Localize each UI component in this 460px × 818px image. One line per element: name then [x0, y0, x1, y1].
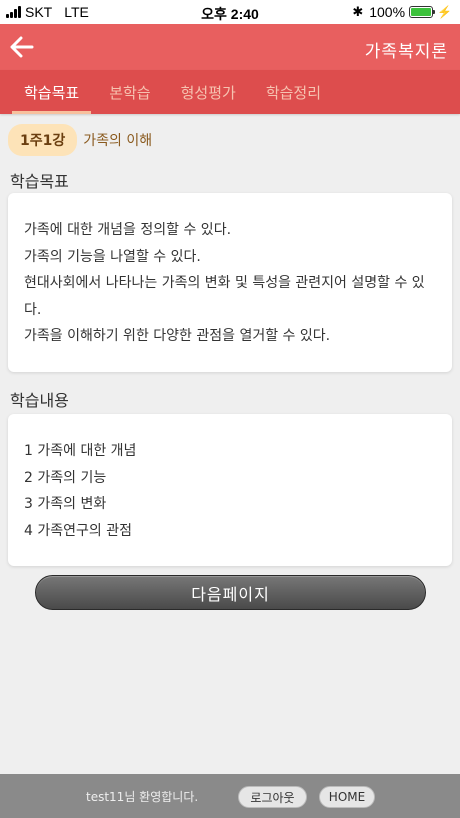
- battery-icon: [409, 6, 436, 18]
- next-page-button[interactable]: 다음페이지: [35, 575, 426, 610]
- status-bar: SKT LTE 오후 2:40 ✱ 100% ⚡: [0, 0, 460, 24]
- bluetooth-icon: ✱: [352, 4, 364, 19]
- tab-main-lesson[interactable]: 본학습: [97, 70, 162, 114]
- lesson-title: 가족의 이해: [83, 133, 153, 149]
- logout-button[interactable]: 로그아웃: [238, 786, 307, 808]
- battery-fill: [411, 8, 432, 16]
- charging-icon: ⚡: [437, 5, 452, 19]
- goals-heading: 학습목표: [10, 172, 69, 191]
- welcome-text: test11님 환영합니다.: [86, 790, 199, 804]
- tab-learning-goals[interactable]: 학습목표: [12, 70, 92, 114]
- goal-item: 가족에 대한 개념을 정의할 수 있다.: [24, 222, 232, 238]
- tab-summary[interactable]: 학습정리: [254, 70, 333, 114]
- arrow-left-icon: [10, 36, 34, 58]
- lesson-header: 1주1강 가족의 이해: [8, 124, 152, 156]
- content-item: 2 가족의 기능: [24, 469, 107, 486]
- goal-item: 현대사회에서 나타나는 가족의 변화 및 특성을 관련지어 설명할 수 있다.: [24, 275, 425, 318]
- goal-item: 가족을 이해하기 위한 다양한 관점을 열거할 수 있다.: [24, 328, 331, 344]
- status-right: ✱ 100% ⚡: [352, 4, 452, 20]
- goals-card: 가족에 대한 개념을 정의할 수 있다. 가족의 기능을 나열할 수 있다. 현…: [8, 193, 452, 372]
- content-item: 4 가족연구의 관점: [24, 522, 132, 539]
- footer: test11님 환영합니다. 로그아웃 HOME: [0, 774, 460, 818]
- contents-card: 1 가족에 대한 개념 2 가족의 기능 3 가족의 변화 4 가족연구의 관점: [8, 414, 452, 566]
- content-item: 1 가족에 대한 개념: [24, 443, 137, 459]
- battery-percent: 100%: [369, 4, 406, 20]
- home-button[interactable]: HOME: [319, 786, 375, 808]
- back-button[interactable]: [8, 33, 36, 61]
- app-header: 가족복지론: [0, 24, 460, 70]
- contents-heading: 학습내용: [10, 391, 69, 410]
- goal-item: 가족의 기능을 나열할 수 있다.: [24, 248, 201, 265]
- content-item: 3 가족의 변화: [24, 496, 107, 512]
- lesson-badge: 1주1강: [8, 124, 78, 156]
- page-title: 가족복지론: [364, 42, 448, 62]
- tab-quiz[interactable]: 형성평가: [169, 70, 248, 114]
- tab-bar: 학습목표 본학습 형성평가 학습정리: [0, 70, 460, 114]
